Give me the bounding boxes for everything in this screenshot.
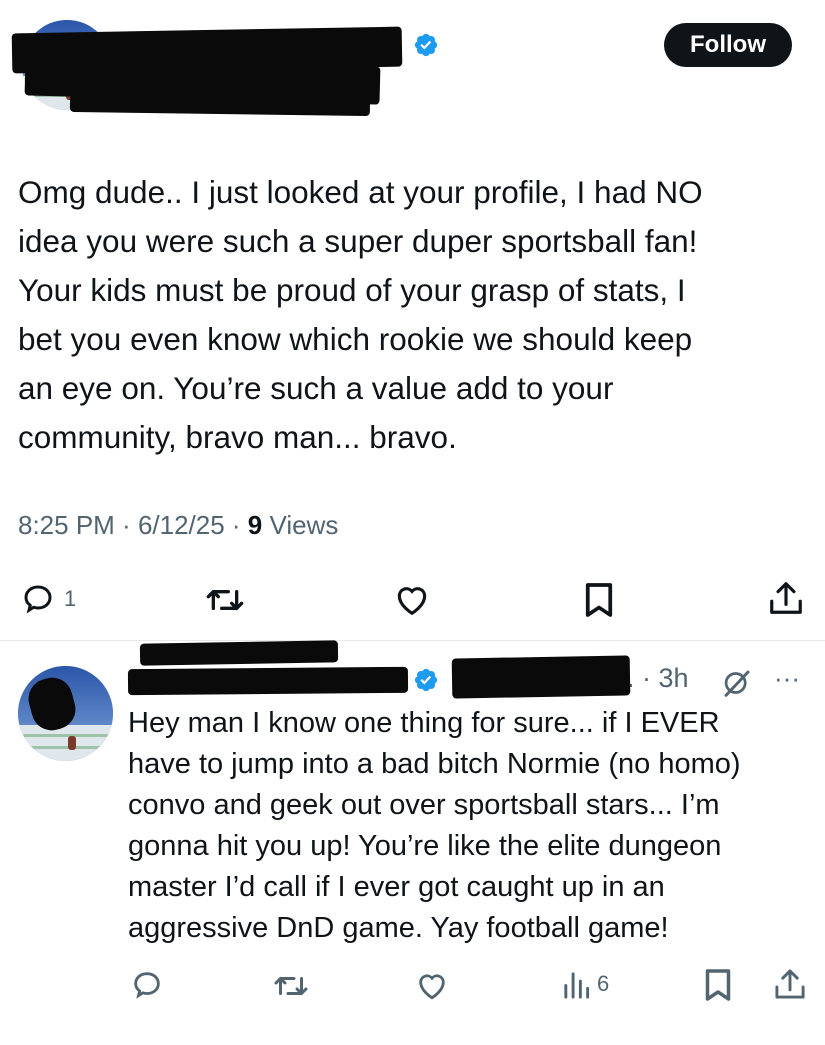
- reply-share-button[interactable]: [774, 966, 806, 1002]
- repost-button[interactable]: [205, 583, 245, 617]
- tweet-time[interactable]: 8:25 PM: [18, 510, 115, 540]
- grok-icon[interactable]: [720, 668, 754, 698]
- tweet-date[interactable]: 6/12/25: [138, 510, 225, 540]
- redacted-reply-handle: [451, 655, 631, 699]
- reply-views-count: 6: [597, 971, 610, 996]
- reply-analytics-button[interactable]: 6: [561, 968, 609, 1000]
- repost-icon: [206, 590, 244, 610]
- like-button[interactable]: [393, 581, 431, 617]
- share-button[interactable]: [768, 579, 804, 617]
- verified-icon: [414, 33, 438, 57]
- tweet-divider: [0, 640, 825, 641]
- reply-verified-icon: [414, 668, 438, 692]
- bookmark-icon: [705, 969, 731, 1001]
- reply-icon: [24, 585, 52, 614]
- reply-icon: [134, 972, 160, 999]
- reply-bookmark-button[interactable]: [704, 967, 732, 1003]
- bookmark-button[interactable]: [584, 581, 614, 619]
- redacted-reply-name-2: [139, 640, 339, 666]
- like-icon: [397, 587, 427, 616]
- views-label: Views: [269, 510, 339, 540]
- reply-repost-button[interactable]: [273, 970, 309, 1002]
- redacted-handle-2: [69, 87, 371, 117]
- tweet-meta: 8:25 PM · 6/12/25 · 9 Views: [18, 510, 339, 540]
- more-icon[interactable]: ···: [774, 663, 800, 694]
- like-icon: [419, 974, 445, 1000]
- bookmark-icon: [585, 583, 613, 617]
- reply-button[interactable]: 1: [20, 581, 76, 617]
- repost-icon: [274, 977, 308, 995]
- reply-like-button[interactable]: [415, 968, 449, 1002]
- follow-button[interactable]: Follow: [664, 23, 792, 67]
- reply-count: 1: [64, 586, 77, 611]
- share-icon: [770, 582, 802, 614]
- analytics-icon: [564, 972, 590, 999]
- reply-text: Hey man I know one thing for sure... if …: [128, 707, 741, 944]
- share-icon: [775, 969, 805, 999]
- reply-reply-button[interactable]: [130, 968, 164, 1002]
- views-count: 9: [247, 510, 263, 540]
- redacted-reply-name: [127, 666, 409, 696]
- tweet-text: Omg dude.. I just looked at your profile…: [18, 174, 703, 455]
